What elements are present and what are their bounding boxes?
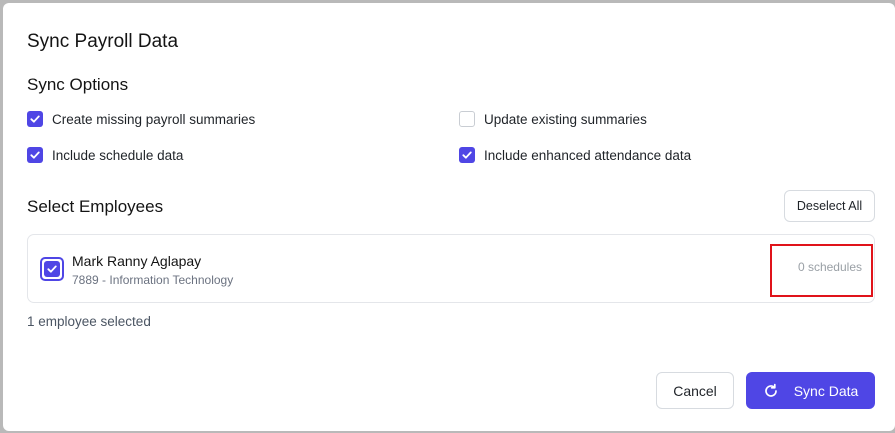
deselect-all-button[interactable]: Deselect All bbox=[784, 190, 875, 222]
check-icon bbox=[47, 265, 57, 273]
checkbox-include-enhanced-attendance[interactable] bbox=[459, 147, 475, 163]
option-include-enhanced-attendance[interactable]: Include enhanced attendance data bbox=[459, 147, 691, 163]
checkbox-include-schedule-data[interactable] bbox=[27, 147, 43, 163]
cancel-button[interactable]: Cancel bbox=[656, 372, 734, 409]
selected-employee-count: 1 employee selected bbox=[27, 314, 151, 329]
option-create-missing-summaries[interactable]: Create missing payroll summaries bbox=[27, 111, 255, 127]
highlight-box bbox=[770, 244, 873, 297]
sync-data-label: Sync Data bbox=[793, 382, 859, 399]
refresh-icon bbox=[764, 383, 777, 397]
option-label: Create missing payroll summaries bbox=[52, 111, 256, 127]
option-label: Include enhanced attendance data bbox=[484, 147, 692, 163]
sync-payroll-dialog: Sync Payroll Data Sync Options Create mi… bbox=[3, 3, 895, 431]
sync-data-button[interactable]: Sync Data bbox=[746, 372, 875, 409]
employee-list-item[interactable]: Mark Ranny Aglapay 7889 - Information Te… bbox=[27, 234, 875, 303]
sync-options-heading: Sync Options bbox=[27, 75, 129, 94]
employee-id-department: 7889 - Information Technology bbox=[72, 273, 234, 287]
checkbox-update-existing-summaries[interactable] bbox=[459, 111, 475, 127]
select-employees-heading: Select Employees bbox=[27, 197, 164, 216]
check-icon bbox=[30, 115, 40, 123]
option-label: Update existing summaries bbox=[484, 111, 647, 127]
dialog-title: Sync Payroll Data bbox=[27, 31, 179, 52]
employee-checkbox[interactable] bbox=[40, 257, 64, 281]
checkbox-create-missing-summaries[interactable] bbox=[27, 111, 43, 127]
option-label: Include schedule data bbox=[52, 147, 184, 163]
employee-name: Mark Ranny Aglapay bbox=[72, 253, 202, 269]
option-update-existing-summaries[interactable]: Update existing summaries bbox=[459, 111, 647, 127]
check-icon bbox=[30, 151, 40, 159]
check-icon bbox=[462, 151, 472, 159]
option-include-schedule-data[interactable]: Include schedule data bbox=[27, 147, 183, 163]
